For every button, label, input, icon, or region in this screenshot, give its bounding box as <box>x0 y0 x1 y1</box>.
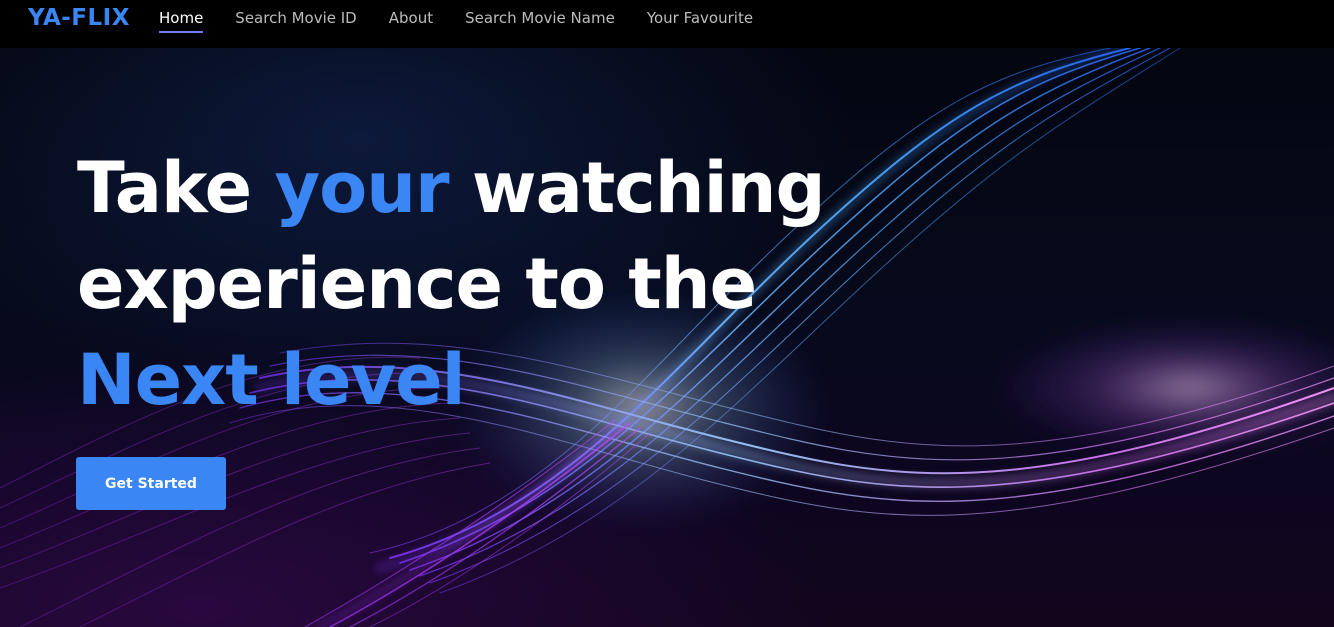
nav-link-search-movie-name[interactable]: Search Movie Name <box>465 0 615 28</box>
navbar: YA-FLIX Home Search Movie ID About Searc… <box>0 0 1334 48</box>
hero-headline: Take your watching experience to the Nex… <box>77 140 837 428</box>
hero-headline-line-2: experience to the <box>77 243 757 325</box>
nav-link-home[interactable]: Home <box>159 0 204 33</box>
hero-headline-text: watching <box>448 147 826 229</box>
get-started-button[interactable]: Get Started <box>76 457 226 510</box>
brand-logo[interactable]: YA-FLIX <box>28 4 130 32</box>
hero-section: Take your watching experience to the Nex… <box>0 48 1334 627</box>
nav-link-about[interactable]: About <box>389 0 433 28</box>
nav-link-search-movie-id[interactable]: Search Movie ID <box>235 0 356 28</box>
hero-headline-accent: your <box>274 147 449 229</box>
hero-headline-line-3: Next level <box>77 339 466 421</box>
hero-headline-line-1: Take your watching <box>77 140 837 236</box>
hero-headline-text: Take <box>77 147 275 229</box>
nav-link-your-favourite[interactable]: Your Favourite <box>647 0 753 28</box>
page: YA-FLIX Home Search Movie ID About Searc… <box>0 0 1334 627</box>
nav-links: Home Search Movie ID About Search Movie … <box>159 0 785 36</box>
